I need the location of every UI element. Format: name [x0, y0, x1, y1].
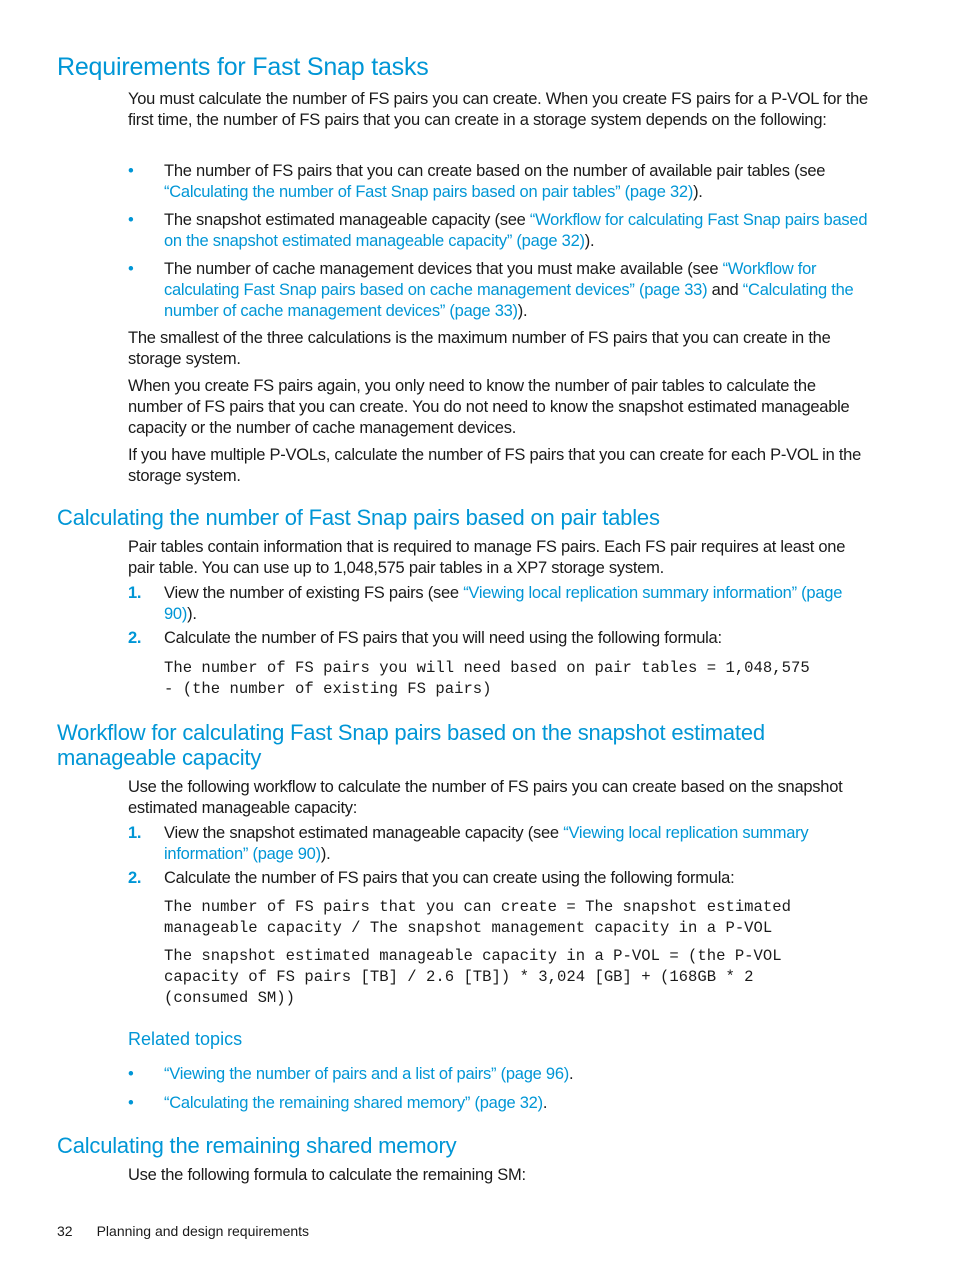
paragraph: Use the following workflow to calculate … — [128, 778, 843, 817]
step-text: View the snapshot estimated manageable c… — [164, 824, 564, 842]
step-text: View the number of existing FS pairs (se… — [164, 584, 464, 602]
paragraph: You must calculate the number of FS pair… — [128, 90, 868, 129]
heading-line: Workflow for calculating Fast Snap pairs… — [57, 720, 765, 745]
step-item: 2. Calculate the number of FS pairs that… — [128, 868, 873, 889]
paragraph: Use the following formula to calculate t… — [128, 1166, 526, 1184]
step-item: 2. Calculate the number of FS pairs that… — [128, 628, 873, 649]
step-text: Calculate the number of FS pairs that yo… — [164, 629, 722, 647]
cross-reference-link[interactable]: “Viewing the number of pairs and a list … — [164, 1065, 569, 1083]
step-number: 2. — [128, 869, 142, 887]
related-topics-heading: Related topics — [128, 1029, 243, 1049]
paragraph: When you create FS pairs again, you only… — [128, 377, 850, 437]
bullet-text: The number of FS pairs that you can crea… — [164, 162, 826, 180]
heading-line: manageable capacity — [57, 745, 262, 770]
cross-reference-link[interactable]: “Calculating the number of Fast Snap pai… — [164, 183, 693, 201]
bullet-text: ). — [693, 183, 703, 201]
step-item: 1. View the number of existing FS pairs … — [128, 583, 873, 625]
bullet-text: . — [542, 1094, 548, 1112]
section-heading-pair-tables: Calculating the number of Fast Snap pair… — [57, 505, 660, 530]
bullet-text: ). — [517, 302, 528, 320]
page-footer: 32 Planning and design requirements — [57, 1223, 333, 1239]
step-item: 1. View the snapshot estimated manageabl… — [128, 823, 873, 865]
section-heading-shared-memory: Calculating the remaining shared memory — [57, 1133, 457, 1158]
bullet-icon: • — [128, 260, 134, 278]
chapter-title: Planning and design requirements — [96, 1223, 310, 1239]
section-heading-requirements: Requirements for Fast Snap tasks — [57, 53, 429, 81]
step-number: 1. — [128, 584, 142, 602]
step-number: 2. — [128, 629, 142, 647]
bullet-text: and — [707, 281, 743, 299]
formula-code: The number of FS pairs that you can crea… — [164, 898, 791, 937]
bullet-item: • The number of cache management devices… — [128, 259, 873, 322]
formula-code: The snapshot estimated manageable capaci… — [164, 947, 782, 1007]
step-number: 1. — [128, 824, 142, 842]
bullet-text: . — [569, 1065, 574, 1083]
bullet-item: • The snapshot estimated manageable capa… — [128, 210, 873, 252]
cross-reference-link[interactable]: “Calculating the remaining shared memory… — [164, 1094, 543, 1112]
paragraph: The smallest of the three calculations i… — [128, 329, 831, 368]
bullet-text: The number of cache management devices t… — [164, 260, 723, 278]
related-item: • “Calculating the remaining shared memo… — [128, 1093, 873, 1114]
step-text: ). — [320, 845, 331, 863]
formula-code: The number of FS pairs you will need bas… — [164, 659, 810, 698]
bullet-icon: • — [128, 1094, 134, 1112]
bullet-icon: • — [128, 1065, 134, 1083]
bullet-icon: • — [128, 211, 134, 229]
section-heading-workflow: Workflow for calculating Fast Snap pairs… — [57, 720, 765, 770]
bullet-icon: • — [128, 162, 134, 180]
page-number: 32 — [57, 1223, 73, 1239]
bullet-item: • The number of FS pairs that you can cr… — [128, 161, 873, 203]
step-text: ). — [187, 605, 197, 623]
step-text: Calculate the number of FS pairs that yo… — [164, 869, 735, 887]
paragraph: Pair tables contain information that is … — [128, 538, 846, 577]
bullet-text: The snapshot estimated manageable capaci… — [164, 211, 530, 229]
paragraph: If you have multiple P-VOLs, calculate t… — [128, 446, 862, 485]
related-item: • “Viewing the number of pairs and a lis… — [128, 1064, 873, 1085]
bullet-text: ). — [584, 232, 595, 250]
